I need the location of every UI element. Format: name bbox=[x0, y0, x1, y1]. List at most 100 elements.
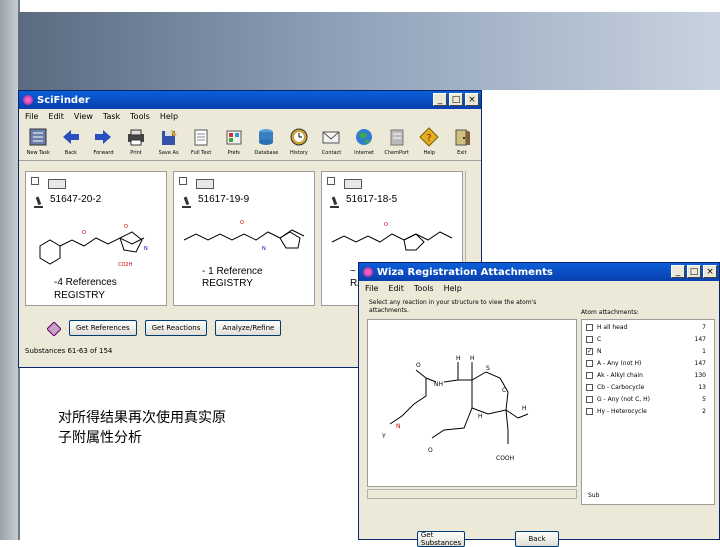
help-button[interactable]: ? Help bbox=[414, 124, 445, 159]
database-button[interactable]: Database bbox=[251, 124, 282, 159]
minimize-button[interactable]: _ bbox=[433, 93, 447, 106]
menu-help[interactable]: Help bbox=[160, 112, 178, 121]
menu-view[interactable]: View bbox=[74, 112, 93, 121]
svg-text:O: O bbox=[82, 230, 86, 236]
chemport-button[interactable]: ChemPort bbox=[381, 124, 412, 159]
back-button[interactable]: Back bbox=[56, 124, 87, 159]
close-button[interactable]: × bbox=[465, 93, 479, 106]
attachments-titlebar[interactable]: Wiza Registration Attachments _ □ × bbox=[359, 263, 719, 281]
get-reactions-button[interactable]: Get Reactions bbox=[144, 320, 208, 336]
select-checkbox[interactable] bbox=[179, 177, 187, 185]
database-icon bbox=[255, 126, 277, 148]
attachment-label: N bbox=[597, 348, 602, 355]
attachment-checkbox[interactable] bbox=[586, 408, 593, 415]
minimize-button[interactable]: _ bbox=[671, 265, 685, 278]
attachment-checkbox[interactable] bbox=[586, 360, 593, 367]
result-card[interactable]: 51647-20-2 O O N CO2H -4 References REGI… bbox=[25, 171, 167, 306]
attachments-menubar: File Edit Tools Help bbox=[359, 281, 719, 295]
references-link[interactable]: - 1 Reference bbox=[202, 266, 263, 277]
attachment-row[interactable]: A - Any (not H) 147 bbox=[586, 360, 706, 367]
scifinder-titlebar[interactable]: SciFinder _ □ × bbox=[19, 91, 481, 109]
window-title: SciFinder bbox=[37, 94, 90, 106]
caption-line-1: 对所得结果再次使用真实原 bbox=[58, 410, 226, 426]
attachment-row[interactable]: ✓ N 1 bbox=[586, 348, 706, 355]
prefs-label: Prefs bbox=[227, 150, 240, 156]
microscope-icon bbox=[32, 194, 44, 208]
analyze-refine-button[interactable]: Analyze/Refine bbox=[215, 320, 282, 336]
internet-button[interactable]: Internet bbox=[349, 124, 380, 159]
select-checkbox[interactable] bbox=[31, 177, 39, 185]
structure-diagram: O N bbox=[183, 220, 305, 252]
maximize-button[interactable]: □ bbox=[449, 93, 463, 106]
instruction-text: Select any reaction in your structure to… bbox=[369, 299, 537, 314]
save-as-button[interactable]: Save As bbox=[153, 124, 184, 159]
full-text-label: Full Text bbox=[191, 150, 212, 156]
history-label: History bbox=[290, 150, 308, 156]
svg-text:N: N bbox=[396, 423, 401, 430]
registry-number[interactable]: 51647-20-2 bbox=[50, 194, 101, 205]
attachment-checkbox-checked[interactable]: ✓ bbox=[586, 348, 593, 355]
database-label: Database bbox=[254, 150, 279, 156]
svg-text:S: S bbox=[486, 365, 490, 372]
structure-canvas[interactable]: O NH H H S C H H O COOH N Y bbox=[367, 319, 577, 487]
history-button[interactable]: History bbox=[284, 124, 315, 159]
attachments-list: H all head 7 C 147 ✓ N 1 A - Any (not H) 147 … bbox=[581, 319, 715, 505]
full-text-button[interactable]: Full Text bbox=[186, 124, 217, 159]
attachment-row[interactable]: C 147 bbox=[586, 336, 706, 343]
attachment-checkbox[interactable] bbox=[586, 336, 593, 343]
panel-footer: Sub bbox=[588, 492, 600, 499]
menu-edit[interactable]: Edit bbox=[388, 284, 404, 293]
attachment-row[interactable]: H all head 7 bbox=[586, 324, 706, 331]
forward-button[interactable]: Forward bbox=[88, 124, 119, 159]
attachment-count: 13 bbox=[698, 384, 706, 391]
document-icon bbox=[196, 179, 214, 189]
attachment-row[interactable]: Cb - Carbocycle 13 bbox=[586, 384, 706, 391]
svg-text:COOH: COOH bbox=[496, 455, 514, 462]
references-link[interactable]: -4 References bbox=[54, 277, 117, 288]
attachment-checkbox[interactable] bbox=[586, 396, 593, 403]
scifinder-logo-icon bbox=[23, 95, 33, 105]
menu-file[interactable]: File bbox=[25, 112, 38, 121]
registry-label: REGISTRY bbox=[54, 290, 105, 301]
svg-text:O: O bbox=[428, 447, 433, 454]
menu-tools[interactable]: Tools bbox=[130, 112, 150, 121]
menu-tools[interactable]: Tools bbox=[414, 284, 434, 293]
back-button[interactable]: Back bbox=[515, 531, 559, 547]
horizontal-scrollbar[interactable] bbox=[367, 489, 577, 499]
maximize-button[interactable]: □ bbox=[687, 265, 701, 278]
menu-edit[interactable]: Edit bbox=[48, 112, 64, 121]
exit-button[interactable]: Exit bbox=[447, 124, 478, 159]
get-substances-button[interactable]: Get Substances bbox=[417, 531, 465, 547]
menu-task[interactable]: Task bbox=[103, 112, 120, 121]
contact-button[interactable]: Contact bbox=[316, 124, 347, 159]
attachment-row[interactable]: G - Any (not C, H) 5 bbox=[586, 396, 706, 403]
attachment-checkbox[interactable] bbox=[586, 384, 593, 391]
attachment-label: G - Any (not C, H) bbox=[597, 396, 650, 403]
attachment-checkbox[interactable] bbox=[586, 324, 593, 331]
close-button[interactable]: × bbox=[703, 265, 717, 278]
attachments-buttons: Get Substances Back bbox=[417, 531, 559, 547]
attachment-checkbox[interactable] bbox=[586, 372, 593, 379]
svg-text:Y: Y bbox=[381, 433, 386, 440]
prefs-icon bbox=[223, 126, 245, 148]
attachment-row[interactable]: Hy - Heterocycle 2 bbox=[586, 408, 706, 415]
forward-arrow-icon bbox=[92, 126, 114, 148]
chemport-label: ChemPort bbox=[384, 150, 409, 156]
menu-file[interactable]: File bbox=[365, 284, 378, 293]
prefs-button[interactable]: Prefs bbox=[218, 124, 249, 159]
result-card[interactable]: 51617-19-9 O N - 1 Reference REGISTRY bbox=[173, 171, 315, 306]
attachment-count: 1 bbox=[702, 348, 706, 355]
references-link[interactable]: ~ bbox=[350, 266, 356, 277]
registry-number[interactable]: 51617-18-5 bbox=[346, 194, 397, 205]
registry-number[interactable]: 51617-19-9 bbox=[198, 194, 249, 205]
attachment-label: H all head bbox=[597, 324, 628, 331]
diamond-icon[interactable] bbox=[46, 321, 62, 337]
get-references-button[interactable]: Get References bbox=[69, 320, 137, 336]
attachment-row[interactable]: Ak - Alkyl chain 130 bbox=[586, 372, 706, 379]
menu-help[interactable]: Help bbox=[444, 284, 462, 293]
attachment-count: 130 bbox=[694, 372, 706, 379]
select-checkbox[interactable] bbox=[327, 177, 335, 185]
new-task-button[interactable]: New Task bbox=[23, 124, 54, 159]
slide-left-bar bbox=[0, 0, 18, 540]
print-button[interactable]: Print bbox=[121, 124, 152, 159]
